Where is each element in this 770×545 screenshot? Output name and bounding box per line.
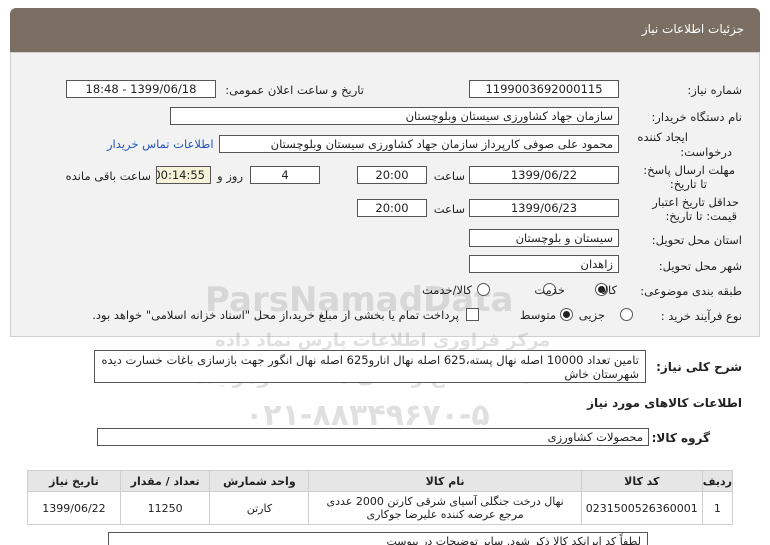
category-goods-service-label: کالا/خدمت (421, 283, 472, 297)
row-unit: کارتن (209, 491, 310, 525)
description-label: شرح کلی نیاز: (656, 360, 742, 374)
page-title: جزئیات اطلاعات نیاز (641, 22, 744, 36)
process-radio-minor[interactable] (620, 308, 633, 321)
remaining-time-field: 00:14:55 (156, 166, 211, 184)
goods-section-title: اطلاعات کالاهای مورد نیاز (587, 396, 742, 410)
reply-label-1: مهلت ارسال پاسخ: (643, 163, 735, 177)
creator-label-2: درخواست: (680, 145, 732, 159)
category-label: طبقه بندی موضوعی: (640, 284, 742, 298)
col-name: نام کالا (308, 470, 582, 492)
goods-table-header: ردیف کد کالا نام کالا واحد شمارش تعداد /… (27, 470, 734, 492)
description-box: تامین تعداد 10000 اصله نهال پسته،625 اصل… (94, 350, 646, 383)
need-number-field[interactable]: 1199003692000115 (469, 80, 619, 98)
days-field[interactable]: 4 (250, 166, 320, 184)
row-index: 1 (701, 491, 734, 525)
buyer-field[interactable]: سازمان جهاد کشاورزی سیستان وبلوچستان (170, 107, 619, 125)
announce-label: تاریخ و ساعت اعلان عمومی: (225, 83, 364, 97)
creator-label-1: ایجاد کننده (637, 130, 688, 144)
category-radio-goods-service[interactable] (477, 283, 490, 296)
process-radio-medium[interactable] (560, 308, 573, 321)
table-row[interactable]: 1 0231500526360001 نهال درخت جنگلی آسیای… (27, 491, 734, 525)
reply-date-field[interactable]: 1399/06/22 (469, 166, 619, 184)
reply-time-field[interactable]: 20:00 (357, 166, 427, 184)
col-code: کد کالا (580, 470, 703, 492)
treasury-payment-note: پرداخت تمام یا بخشی از مبلغ خرید،از محل … (92, 308, 459, 322)
col-index: ردیف (701, 470, 734, 492)
remaining-label: ساعت باقی مانده (65, 169, 151, 183)
col-date: تاریخ نیاز (27, 470, 121, 492)
reply-time-label: ساعت (433, 169, 465, 183)
goods-group-field: محصولات کشاورزی (97, 428, 649, 446)
category-goods-label: کالا (601, 283, 617, 297)
watermark-line1: مرکز فراوری اطلاعات پارس نماد داده (215, 330, 551, 351)
city-label: شهر محل تحویل: (658, 259, 742, 273)
validity-time-field[interactable]: 20:00 (357, 199, 427, 217)
validity-label-1: حداقل تاریخ اعتبار (652, 195, 739, 209)
row-qty: 11250 (119, 491, 211, 525)
col-qty: تعداد / مقدار (119, 470, 211, 492)
col-unit: واحد شمارش (209, 470, 310, 492)
validity-time-label: ساعت (433, 202, 465, 216)
contact-info-link[interactable]: اطلاعات تماس خریدار (107, 137, 214, 151)
city-field[interactable]: زاهدان (469, 255, 619, 273)
creator-field[interactable]: محمود علی صوفی کارپرداز سازمان جهاد کشاو… (219, 135, 619, 153)
buyer-notes-box: لطفاً کد ایرانکد کالا ذکر شود. سایر توضی… (108, 532, 648, 545)
process-medium-label: متوسط (519, 308, 556, 322)
goods-table: ردیف کد کالا نام کالا واحد شمارش تعداد /… (27, 470, 734, 525)
goods-group-label: گروه کالا: (651, 431, 710, 445)
process-minor-label: جزیی (578, 308, 605, 322)
validity-label-2: قیمت: تا تاریخ: (665, 209, 737, 223)
announce-field[interactable]: 1399/06/18 - 18:48 (66, 80, 216, 98)
validity-date-field[interactable]: 1399/06/23 (469, 199, 619, 217)
row-date: 1399/06/22 (27, 491, 121, 525)
treasury-payment-checkbox[interactable] (466, 308, 479, 321)
days-label: روز و (217, 169, 243, 183)
header-bar: جزئیات اطلاعات نیاز (10, 8, 760, 52)
category-service-label: خدمت (534, 283, 565, 297)
buyer-label: نام دستگاه خریدار: (651, 110, 742, 124)
process-label: نوع فرآیند خرید : (660, 309, 742, 323)
province-field[interactable]: سیستان و بلوچستان (469, 229, 619, 247)
row-name: نهال درخت جنگلی آسیای شرقی کارتن 2000 عد… (308, 491, 582, 525)
need-number-label: شماره نیاز: (687, 83, 742, 97)
row-code: 0231500526360001 (580, 491, 703, 525)
reply-label-2: تا تاریخ: (669, 177, 707, 191)
province-label: استان محل تحویل: (651, 233, 742, 247)
